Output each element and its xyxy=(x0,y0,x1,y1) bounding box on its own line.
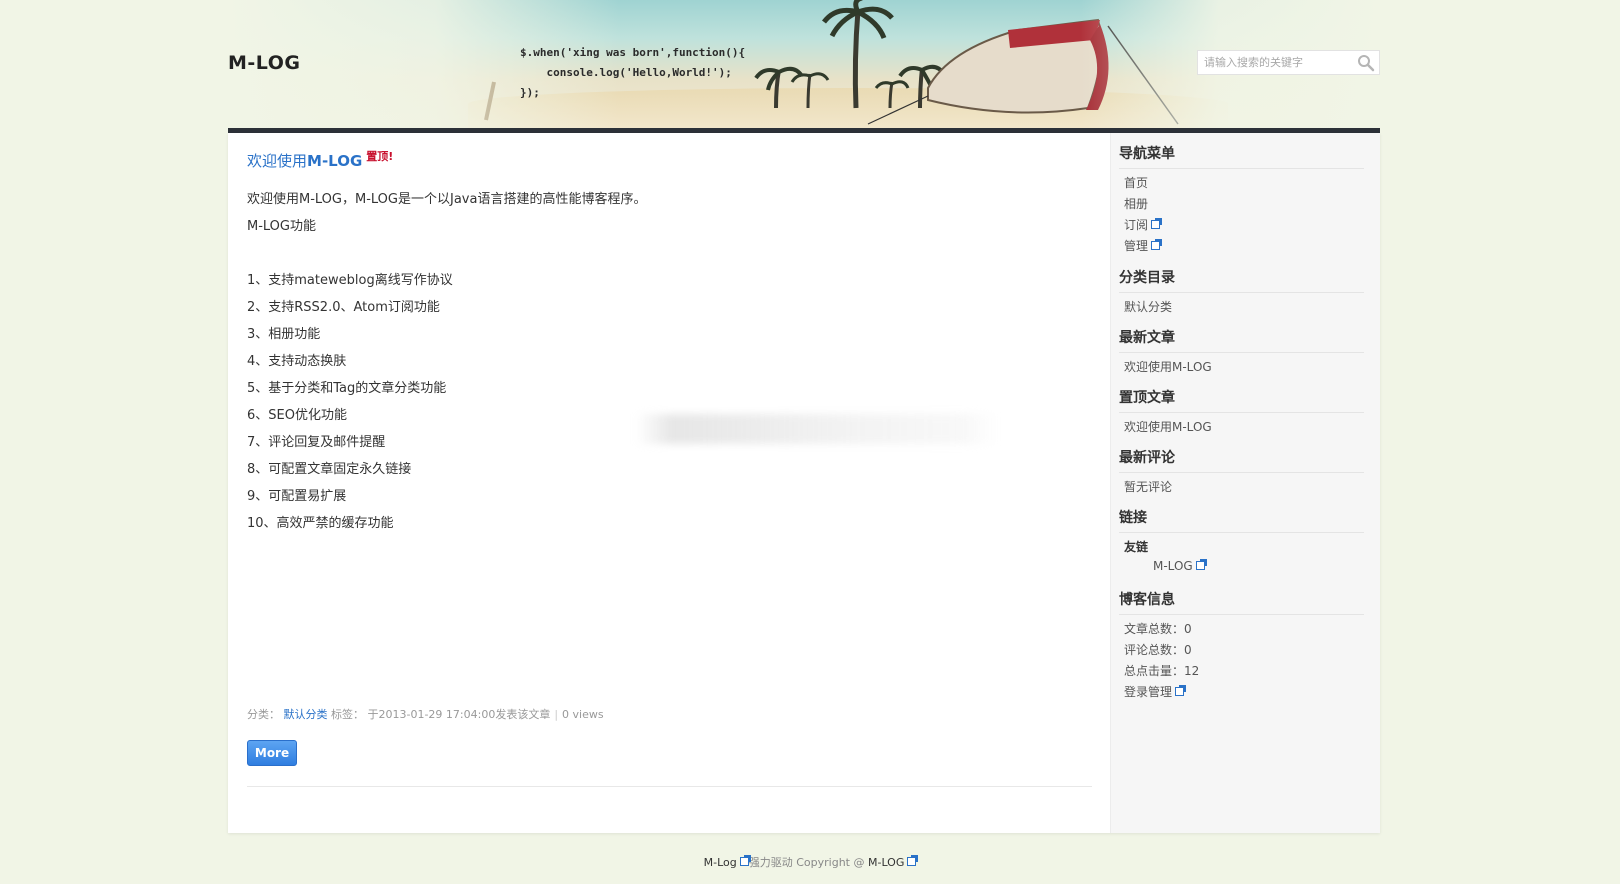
widget-title-latest-comments: 最新评论 xyxy=(1119,447,1364,473)
post-meta: 分类： 默认分类 标签： 于2013-01-29 17:04:00发表该文章 | 0… xyxy=(247,706,604,722)
friend-link-mlog[interactable]: M-LOG xyxy=(1153,559,1207,573)
nav-item-album[interactable]: 相册 xyxy=(1124,195,1148,212)
post-line: 10、高效严禁的缓存功能 xyxy=(247,516,394,531)
nav-item-subscribe[interactable]: 订阅 xyxy=(1124,216,1163,233)
meta-separator: | xyxy=(554,708,559,721)
main-content: 欢迎使用M-LOG 置顶! 欢迎使用M-LOG，M-LOG是一个以Java语言搭建… xyxy=(228,133,1110,833)
widget-title-top-posts: 置顶文章 xyxy=(1119,387,1364,413)
category-item[interactable]: 默认分类 xyxy=(1124,298,1172,315)
footer-site-link[interactable]: M-LOG xyxy=(867,855,919,869)
banner-code-snippet: $.when('xing was born',function(){ conso… xyxy=(520,43,745,103)
login-admin-link[interactable]: 登录管理 xyxy=(1124,683,1187,700)
nav-item-home[interactable]: 首页 xyxy=(1124,174,1148,191)
post-line xyxy=(247,240,1087,267)
link-group-friends: 友链 xyxy=(1124,540,1149,554)
blurred-watermark xyxy=(636,414,998,444)
sidebar: 导航菜单 首页 相册 订阅 管理 分类目录 默认分类 最新文章 欢迎使用M-LO… xyxy=(1110,133,1380,833)
footer-site-label: M-LOG xyxy=(867,856,905,869)
view-count: 0 views xyxy=(562,708,604,721)
login-admin-label: 登录管理 xyxy=(1124,685,1173,699)
comment-count-row: 评论总数：0 xyxy=(1124,641,1192,658)
site-header: M-LOG $.when('xing was born',function(){… xyxy=(228,0,1380,128)
external-link-icon xyxy=(1195,559,1207,570)
code-line: }); xyxy=(520,86,540,99)
top-post-item[interactable]: 欢迎使用M-LOG xyxy=(1124,418,1212,435)
external-link-icon xyxy=(739,855,751,866)
post-line: M-LOG功能 xyxy=(247,219,316,234)
code-line: $.when('xing was born',function(){ xyxy=(520,46,746,59)
search-input[interactable] xyxy=(1198,51,1353,74)
code-line: console.log('Hello,World!'); xyxy=(520,66,732,79)
widget-title-categories: 分类目录 xyxy=(1119,267,1364,293)
hits-label: 总点击量： xyxy=(1124,664,1185,678)
post-title-row: 欢迎使用M-LOG 置顶! xyxy=(247,148,393,171)
footer-brand-label: M-Log xyxy=(703,856,737,869)
footer-brand-link[interactable]: M-Log xyxy=(703,855,751,869)
footer-powered-text: 强力驱动 Copyright @ xyxy=(748,856,868,869)
post-line: 5、基于分类和Tag的文章分类功能 xyxy=(247,381,447,396)
hits-value: 12 xyxy=(1184,664,1200,678)
external-link-icon xyxy=(1151,218,1163,229)
post-count-row: 文章总数：0 xyxy=(1124,620,1192,637)
post-body: 欢迎使用M-LOG，M-LOG是一个以Java语言搭建的高性能博客程序。 M-L… xyxy=(247,186,1087,537)
external-link-icon xyxy=(907,855,919,866)
category-label: 分类： xyxy=(247,708,280,721)
hits-row: 总点击量：12 xyxy=(1124,662,1199,679)
latest-post-item[interactable]: 欢迎使用M-LOG xyxy=(1124,358,1212,375)
widget-title-nav: 导航菜单 xyxy=(1119,143,1364,169)
site-logo[interactable]: M-LOG xyxy=(228,52,300,74)
sticky-badge: 置顶! xyxy=(366,150,394,163)
post-title-link[interactable]: 欢迎使用M-LOG xyxy=(247,152,362,170)
nav-item-admin[interactable]: 管理 xyxy=(1124,237,1163,254)
post-count-value: 0 xyxy=(1184,622,1192,636)
no-comments-text: 暂无评论 xyxy=(1124,480,1173,494)
tag-label: 标签： xyxy=(331,708,364,721)
post-line: 3、相册功能 xyxy=(247,327,321,342)
friend-link-label: M-LOG xyxy=(1153,559,1193,573)
post-line: 1、支持mateweblog离线写作协议 xyxy=(247,273,453,288)
search-icon[interactable] xyxy=(1357,54,1375,72)
nav-item-label: 管理 xyxy=(1124,239,1149,253)
post-line: 9、可配置易扩展 xyxy=(247,489,347,504)
post-title-main: M-LOG xyxy=(307,152,363,170)
category-link[interactable]: 默认分类 xyxy=(284,708,328,721)
external-link-icon xyxy=(1151,239,1163,250)
widget-title-latest-posts: 最新文章 xyxy=(1119,327,1364,353)
post-title-prefix: 欢迎使用 xyxy=(247,152,308,170)
comment-count-label: 评论总数： xyxy=(1124,643,1185,657)
external-link-icon xyxy=(1175,685,1187,696)
widget-title-blog-info: 博客信息 xyxy=(1119,589,1364,615)
more-button[interactable]: More xyxy=(247,740,297,766)
site-footer: M-Log 强力驱动 Copyright @ M-LOG xyxy=(0,854,1620,870)
post-count-label: 文章总数： xyxy=(1124,622,1185,636)
search-box xyxy=(1197,50,1380,75)
widget-title-links: 链接 xyxy=(1119,507,1364,533)
post-date: 于2013-01-29 17:04:00发表该文章 xyxy=(367,708,551,721)
post-line: 8、可配置文章固定永久链接 xyxy=(247,462,412,477)
comment-count-value: 0 xyxy=(1184,643,1192,657)
nav-item-label: 订阅 xyxy=(1124,218,1149,232)
post-divider xyxy=(247,786,1092,787)
post-line: 2、支持RSS2.0、Atom订阅功能 xyxy=(247,300,440,315)
post-line: 4、支持动态换肤 xyxy=(247,354,347,369)
post-line: 欢迎使用M-LOG，M-LOG是一个以Java语言搭建的高性能博客程序。 xyxy=(247,192,647,207)
page-container: 欢迎使用M-LOG 置顶! 欢迎使用M-LOG，M-LOG是一个以Java语言搭建… xyxy=(228,133,1380,833)
